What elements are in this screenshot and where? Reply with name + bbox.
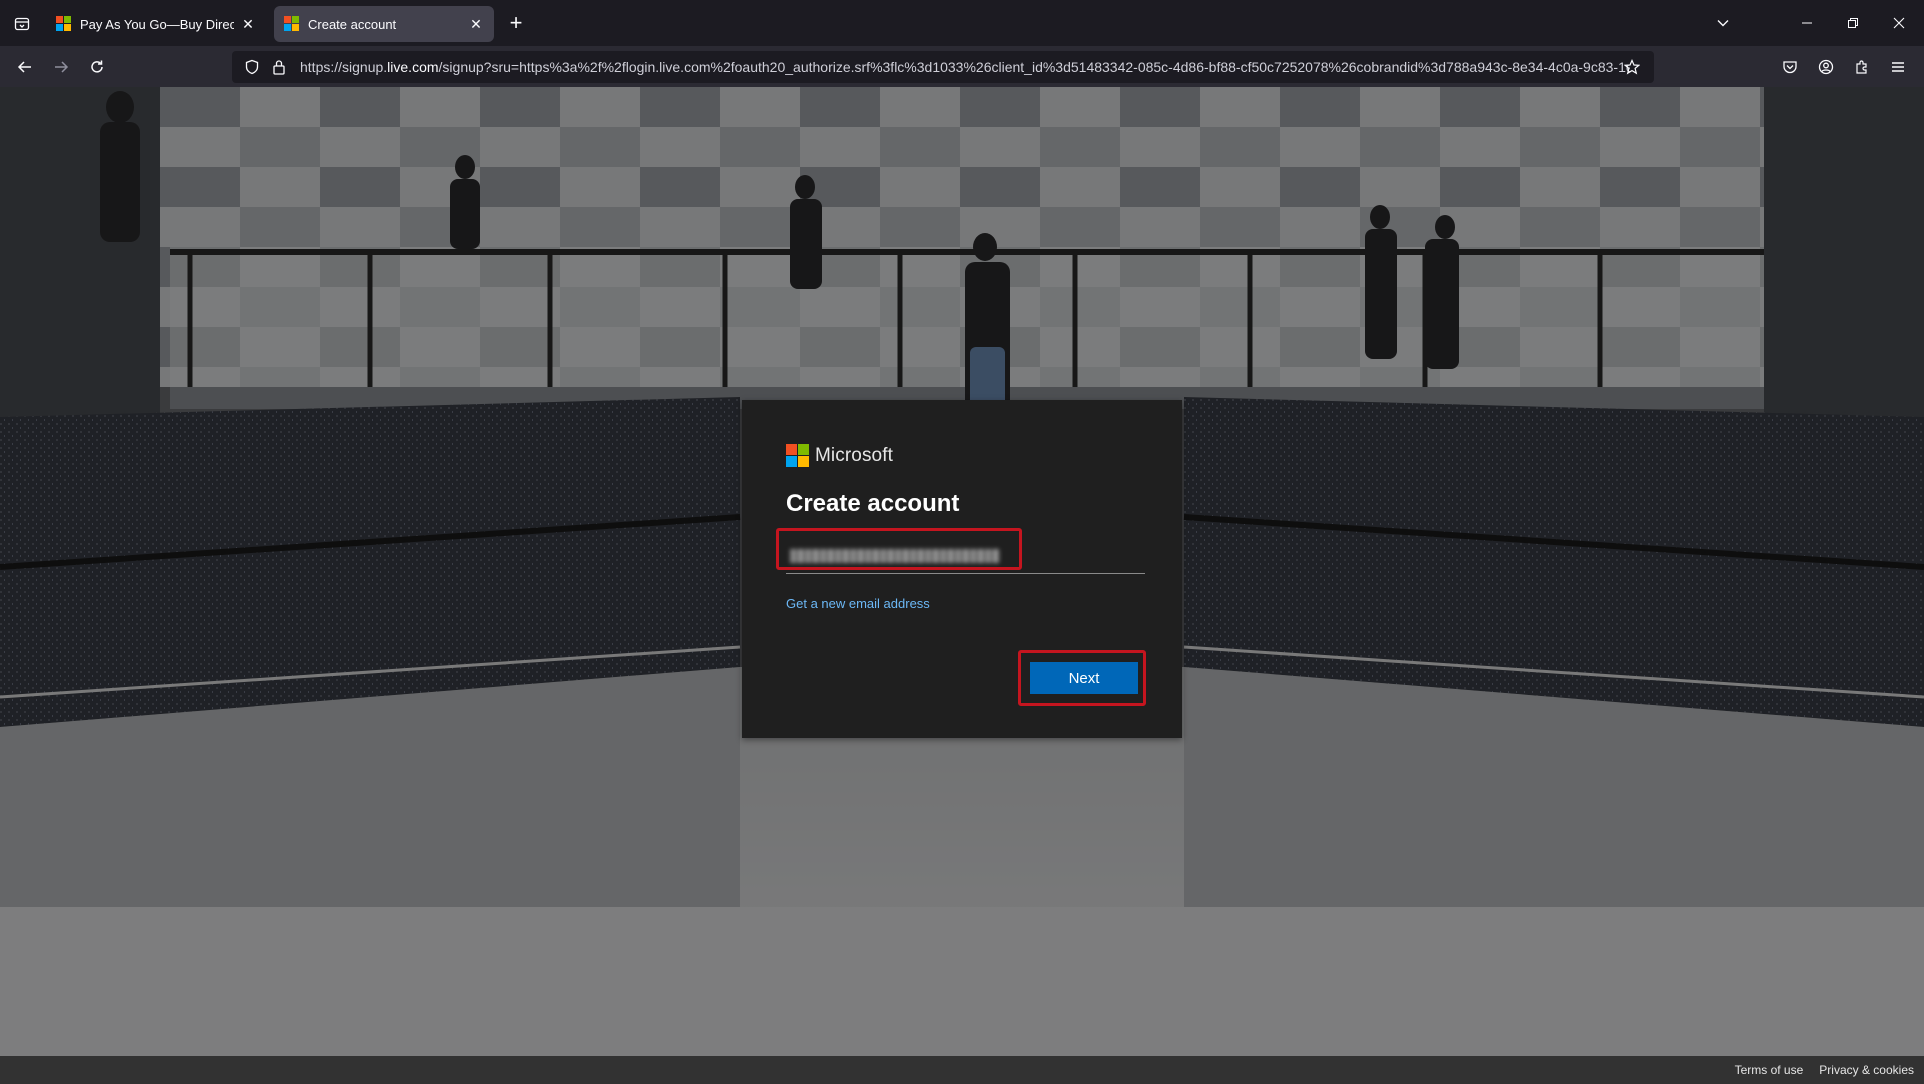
pocket-button[interactable]: [1778, 55, 1802, 79]
forward-arrow-icon: [55, 61, 69, 73]
pocket-icon: [1783, 61, 1797, 74]
microsoft-favicon-icon: [56, 16, 72, 32]
tab-create-account[interactable]: Create account ✕: [274, 6, 494, 42]
tab-pay-as-you-go[interactable]: Pay As You Go—Buy Directly | M ✕: [46, 6, 266, 42]
url-path: /signup?sru=https%3a%2f%2flogin.live.com…: [438, 59, 1630, 75]
new-tab-plus-icon[interactable]: +: [504, 12, 528, 36]
page-content: Microsoft Create account Get a new email…: [0, 87, 1924, 1084]
restore-icon: [1848, 18, 1858, 28]
chevron-down-icon: [1717, 20, 1729, 27]
tab-bar: Pay As You Go—Buy Directly | M ✕ Create …: [0, 0, 1924, 46]
account-button[interactable]: [1814, 55, 1838, 79]
lock-icon[interactable]: [272, 59, 286, 75]
close-icon: [1893, 17, 1905, 29]
close-tab-icon[interactable]: ✕: [468, 16, 484, 32]
back-button[interactable]: [12, 54, 38, 80]
tab-title: Create account: [308, 16, 397, 32]
microsoft-favicon-icon: [284, 16, 300, 32]
star-icon: [1624, 59, 1640, 75]
reload-icon: [91, 60, 103, 73]
email-field[interactable]: [786, 538, 1145, 574]
back-arrow-icon: [17, 61, 31, 73]
bookmark-button[interactable]: [1622, 57, 1642, 77]
browser-chrome: Pay As You Go—Buy Directly | M ✕ Create …: [0, 0, 1924, 87]
minimize-icon: [1802, 22, 1812, 24]
forward-button[interactable]: [48, 54, 74, 80]
list-all-tabs-button[interactable]: [1708, 10, 1738, 36]
microsoft-brand: Microsoft: [786, 444, 893, 467]
navigation-bar: https://signup.live.com/signup?sru=https…: [0, 46, 1924, 87]
get-new-email-link[interactable]: Get a new email address: [786, 596, 930, 611]
create-account-card: Microsoft Create account Get a new email…: [742, 400, 1182, 738]
tab-list-button[interactable]: [10, 12, 34, 36]
url-prefix: https://signup.: [300, 59, 388, 75]
next-button[interactable]: Next: [1030, 662, 1138, 694]
microsoft-logo-icon: [786, 444, 809, 467]
page-title: Create account: [786, 490, 960, 517]
privacy-cookies-link[interactable]: Privacy & cookies: [1819, 1063, 1914, 1077]
url-text[interactable]: https://signup.live.com/signup?sru=https…: [300, 59, 1630, 75]
restore-button[interactable]: [1838, 10, 1868, 36]
terms-of-use-link[interactable]: Terms of use: [1735, 1063, 1804, 1077]
shield-icon[interactable]: [244, 59, 260, 75]
close-window-button[interactable]: [1884, 10, 1914, 36]
brand-name: Microsoft: [815, 444, 893, 466]
puzzle-icon: [1856, 60, 1867, 74]
url-bar[interactable]: https://signup.live.com/signup?sru=https…: [232, 51, 1654, 83]
extensions-button[interactable]: [1850, 55, 1874, 79]
tab-title: Pay As You Go—Buy Directly | M: [80, 16, 234, 32]
close-tab-icon[interactable]: ✕: [240, 16, 256, 32]
tab-list-icon: [14, 17, 30, 31]
page-footer: Terms of use Privacy & cookies: [0, 1056, 1924, 1084]
menu-button[interactable]: [1886, 55, 1910, 79]
account-icon: [1818, 59, 1834, 75]
reload-button[interactable]: [84, 54, 110, 80]
minimize-button[interactable]: [1792, 10, 1822, 36]
hamburger-menu-icon: [1892, 62, 1904, 72]
url-domain: live.com: [387, 59, 439, 75]
